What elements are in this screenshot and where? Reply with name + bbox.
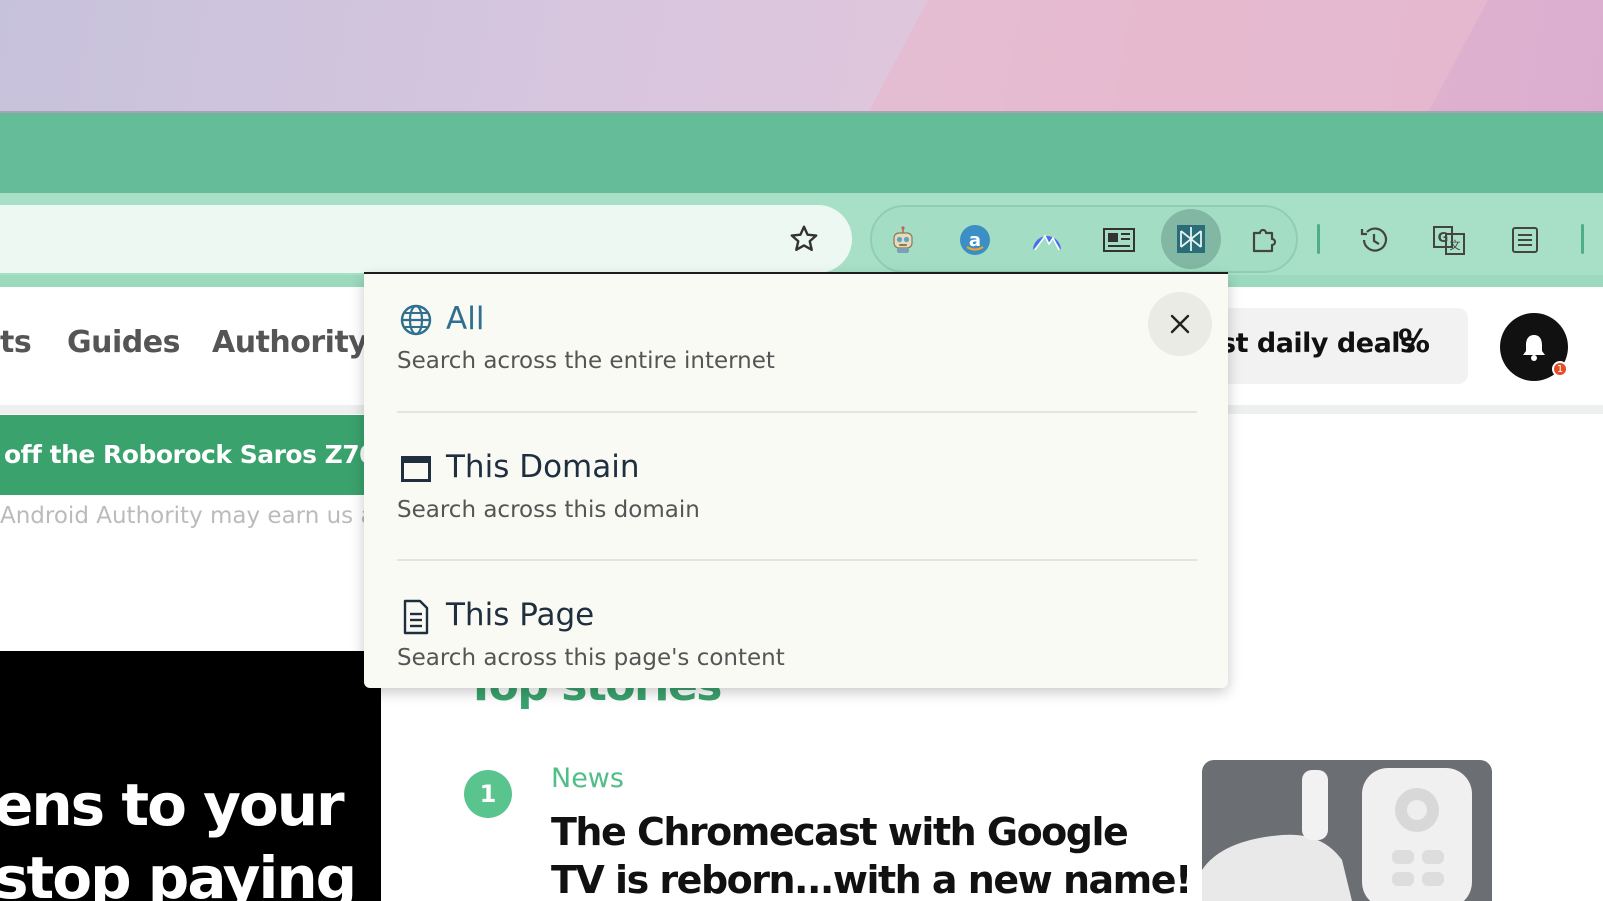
perplexity-icon[interactable]: [1161, 209, 1221, 269]
close-popup-button[interactable]: [1148, 292, 1212, 356]
reader-view-icon[interactable]: [1099, 220, 1139, 260]
translate-icon[interactable]: G文: [1429, 220, 1469, 260]
option-domain-title[interactable]: This Domain: [446, 449, 640, 485]
document-icon: [398, 599, 434, 635]
amazon-assistant-icon[interactable]: a: [955, 220, 995, 260]
notification-badge: 1: [1552, 361, 1568, 377]
hero-headline-line2: stop paying: [0, 844, 357, 901]
address-bar[interactable]: [0, 205, 852, 273]
tab-strip[interactable]: [0, 113, 1603, 193]
extensions-puzzle-icon[interactable]: [1245, 220, 1285, 260]
history-icon[interactable]: [1354, 220, 1394, 260]
option-domain-subtitle[interactable]: Search across this domain: [397, 497, 700, 523]
nav-item-authority[interactable]: Authority: [212, 325, 368, 360]
browser-window-icon: [398, 451, 434, 487]
bell-icon: [1523, 335, 1545, 361]
option-page-subtitle[interactable]: Search across this page's content: [397, 645, 785, 671]
wallpaper-shape: [810, 0, 1510, 113]
option-divider: [397, 559, 1197, 561]
story-category[interactable]: News: [551, 763, 624, 794]
story-title[interactable]: The Chromecast with Google TV is reborn.…: [551, 808, 1192, 901]
option-page-title[interactable]: This Page: [446, 597, 594, 633]
extensions-pill: [870, 205, 1298, 273]
option-divider: [397, 411, 1197, 413]
daily-deals-label: st daily deals: [1220, 328, 1416, 359]
svg-text:文: 文: [1450, 238, 1461, 252]
story-rank-badge: 1: [464, 770, 512, 818]
nordvpn-icon[interactable]: [1027, 220, 1067, 260]
story-thumbnail[interactable]: [1202, 760, 1492, 901]
option-all-title[interactable]: All: [446, 301, 484, 337]
reading-list-icon[interactable]: [1505, 220, 1545, 260]
percent-icon: %: [1398, 322, 1431, 360]
affiliate-disclaimer: Android Authority may earn us a c: [0, 503, 395, 529]
option-all-subtitle[interactable]: Search across the entire internet: [397, 348, 775, 374]
robot-extension-icon[interactable]: [883, 220, 923, 260]
globe-icon: [398, 302, 434, 338]
toolbar-separator: [1317, 224, 1320, 254]
promo-text[interactable]: off the Roborock Saros Z70: [4, 440, 377, 469]
nav-item-guides[interactable]: Guides: [67, 325, 180, 360]
hero-card[interactable]: ens to your stop paying: [0, 651, 381, 901]
hero-headline-line1: ens to your: [0, 771, 345, 839]
star-icon[interactable]: [786, 221, 822, 257]
close-icon: [1170, 314, 1190, 334]
toolbar-separator-right: [1581, 224, 1584, 254]
nav-item-products[interactable]: ts: [0, 325, 32, 360]
desktop-wallpaper: [0, 0, 1603, 113]
